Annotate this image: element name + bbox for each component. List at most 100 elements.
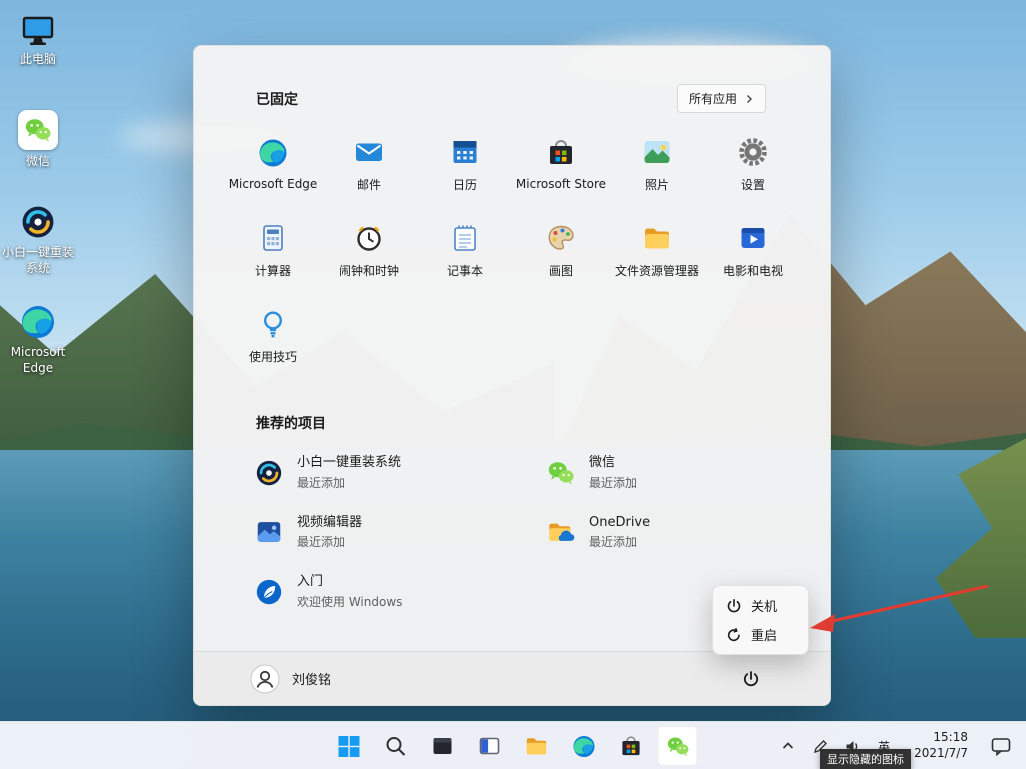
pinned-app-movies-tv[interactable]: 电影和电视 bbox=[705, 207, 801, 293]
notification-center-button[interactable] bbox=[986, 731, 1016, 761]
search-button[interactable] bbox=[376, 726, 416, 766]
get-started-icon bbox=[254, 577, 284, 607]
edge-icon bbox=[19, 303, 57, 341]
notepad-icon bbox=[449, 222, 481, 254]
pinned-app-label: Microsoft Store bbox=[515, 177, 607, 191]
desktop-icon-this-pc[interactable]: 此电脑 bbox=[0, 12, 76, 68]
avatar bbox=[250, 664, 280, 694]
wechat-icon bbox=[665, 734, 690, 759]
onedrive-folder-icon bbox=[546, 517, 576, 547]
task-view-button[interactable] bbox=[470, 726, 510, 766]
recommended-item-video-editor[interactable]: 视频编辑器 最近添加 bbox=[244, 509, 536, 557]
lightbulb-icon bbox=[257, 308, 289, 340]
alarm-clock-icon bbox=[353, 222, 385, 254]
taskbar-center-icons bbox=[329, 726, 698, 766]
pinned-apps-grid: Microsoft Edge 邮件 日历 Microsoft Store 照片 … bbox=[225, 121, 830, 379]
shutdown-menu-item[interactable]: 关机 bbox=[718, 591, 803, 620]
desktop-icon-label: 此电脑 bbox=[19, 52, 56, 66]
pinned-app-label: 邮件 bbox=[356, 177, 381, 192]
pinned-app-mail[interactable]: 邮件 bbox=[321, 121, 417, 207]
desktop-icon-xiaobai[interactable]: 小白一键重装系统 bbox=[0, 203, 76, 276]
microsoft-store-icon bbox=[545, 137, 577, 169]
restart-icon bbox=[726, 627, 742, 643]
pinned-app-label: 文件资源管理器 bbox=[614, 263, 699, 278]
pinned-app-alarms[interactable]: 闹钟和时钟 bbox=[321, 207, 417, 293]
xiaobai-icon bbox=[19, 203, 57, 241]
pinned-section-title: 已固定 bbox=[256, 91, 298, 108]
recommended-item-title: 小白一键重装系统 bbox=[297, 455, 402, 470]
taskbar-app-dark-window[interactable] bbox=[423, 726, 463, 766]
pinned-app-label: 闹钟和时钟 bbox=[338, 263, 399, 278]
chevron-up-icon bbox=[780, 738, 796, 754]
clock-time: 15:18 bbox=[933, 730, 968, 745]
pinned-app-tips[interactable]: 使用技巧 bbox=[225, 293, 321, 379]
start-menu-user-bar: 刘俊铭 bbox=[194, 651, 830, 705]
recommended-item-get-started[interactable]: 入门 欢迎使用 Windows bbox=[244, 568, 536, 616]
calendar-icon bbox=[449, 136, 481, 168]
recommended-item-subtitle: 最近添加 bbox=[297, 535, 346, 550]
start-button[interactable] bbox=[329, 726, 369, 766]
desktop-icon-wechat[interactable]: 微信 bbox=[0, 110, 76, 170]
recommended-item-wechat[interactable]: 微信 最近添加 bbox=[536, 449, 828, 497]
pinned-app-store[interactable]: Microsoft Store bbox=[513, 121, 609, 207]
power-button[interactable] bbox=[734, 662, 768, 696]
clock-date: 2021/7/7 bbox=[914, 746, 968, 760]
recommended-section-title: 推荐的项目 bbox=[256, 416, 326, 432]
pinned-app-label: 照片 bbox=[644, 177, 669, 192]
chevron-right-icon bbox=[744, 94, 754, 104]
power-icon bbox=[726, 598, 742, 614]
recommended-item-subtitle: 欢迎使用 Windows bbox=[297, 594, 403, 609]
recommended-item-onedrive[interactable]: OneDrive 最近添加 bbox=[536, 509, 828, 557]
show-hidden-icons-button[interactable] bbox=[776, 731, 800, 761]
file-explorer-button[interactable] bbox=[517, 726, 557, 766]
restart-menu-item[interactable]: 重启 bbox=[718, 620, 803, 649]
pinned-app-label: 电影和电视 bbox=[722, 263, 783, 278]
edge-icon bbox=[257, 137, 289, 169]
desktop-icon-label: Microsoft Edge bbox=[10, 345, 66, 375]
pinned-app-notepad[interactable]: 记事本 bbox=[417, 207, 513, 293]
restart-label: 重启 bbox=[751, 629, 778, 644]
pinned-app-photos[interactable]: 照片 bbox=[609, 121, 705, 207]
pinned-app-calendar[interactable]: 日历 bbox=[417, 121, 513, 207]
recommended-item-title: 视频编辑器 bbox=[297, 514, 363, 530]
calculator-icon bbox=[257, 222, 289, 254]
recommended-item-subtitle: 最近添加 bbox=[589, 535, 638, 550]
photos-icon bbox=[641, 136, 673, 168]
movies-tv-icon bbox=[737, 222, 769, 254]
pinned-app-calculator[interactable]: 计算器 bbox=[225, 207, 321, 293]
power-flyout-menu: 关机 重启 bbox=[712, 585, 809, 655]
user-account-button[interactable]: 刘俊铭 bbox=[250, 664, 331, 694]
xiaobai-icon bbox=[254, 458, 284, 488]
search-icon bbox=[384, 734, 408, 758]
wechat-button[interactable] bbox=[657, 726, 698, 766]
wechat-icon bbox=[546, 458, 576, 488]
recommended-item-title: 微信 bbox=[589, 455, 616, 470]
recommended-item-xiaobai[interactable]: 小白一键重装系统 最近添加 bbox=[244, 449, 536, 497]
pinned-app-label: 设置 bbox=[740, 177, 765, 192]
store-button[interactable] bbox=[611, 726, 651, 766]
desktop: 此电脑 微信 小白一键重装系统 Microsoft Edge 已固定 所有应用 bbox=[0, 0, 1026, 769]
taskbar-clock[interactable]: 15:18 2021/7/7 bbox=[914, 730, 968, 761]
user-name: 刘俊铭 bbox=[292, 673, 332, 688]
desktop-icon-edge[interactable]: Microsoft Edge bbox=[0, 303, 76, 376]
recommended-item-title: OneDrive bbox=[589, 514, 651, 530]
pinned-app-edge[interactable]: Microsoft Edge bbox=[225, 121, 321, 207]
all-apps-button[interactable]: 所有应用 bbox=[676, 84, 766, 113]
notification-bubble-icon bbox=[990, 735, 1012, 757]
folder-icon bbox=[641, 222, 673, 254]
paint-palette-icon bbox=[545, 222, 577, 254]
desktop-icon-label: 小白一键重装系统 bbox=[1, 245, 74, 275]
folder-icon bbox=[524, 733, 550, 759]
edge-button[interactable] bbox=[564, 726, 604, 766]
video-editor-icon bbox=[254, 517, 284, 547]
pinned-app-label: 使用技巧 bbox=[248, 349, 297, 364]
windows-logo-icon bbox=[336, 734, 361, 759]
pinned-app-settings[interactable]: 设置 bbox=[705, 121, 801, 207]
start-menu-header: 已固定 所有应用 bbox=[194, 46, 830, 113]
pinned-app-label: 画图 bbox=[548, 263, 573, 278]
shutdown-label: 关机 bbox=[751, 600, 778, 615]
mail-icon bbox=[353, 136, 385, 168]
pinned-app-paint[interactable]: 画图 bbox=[513, 207, 609, 293]
pinned-app-file-explorer[interactable]: 文件资源管理器 bbox=[609, 207, 705, 293]
pinned-app-label: 日历 bbox=[452, 177, 477, 192]
